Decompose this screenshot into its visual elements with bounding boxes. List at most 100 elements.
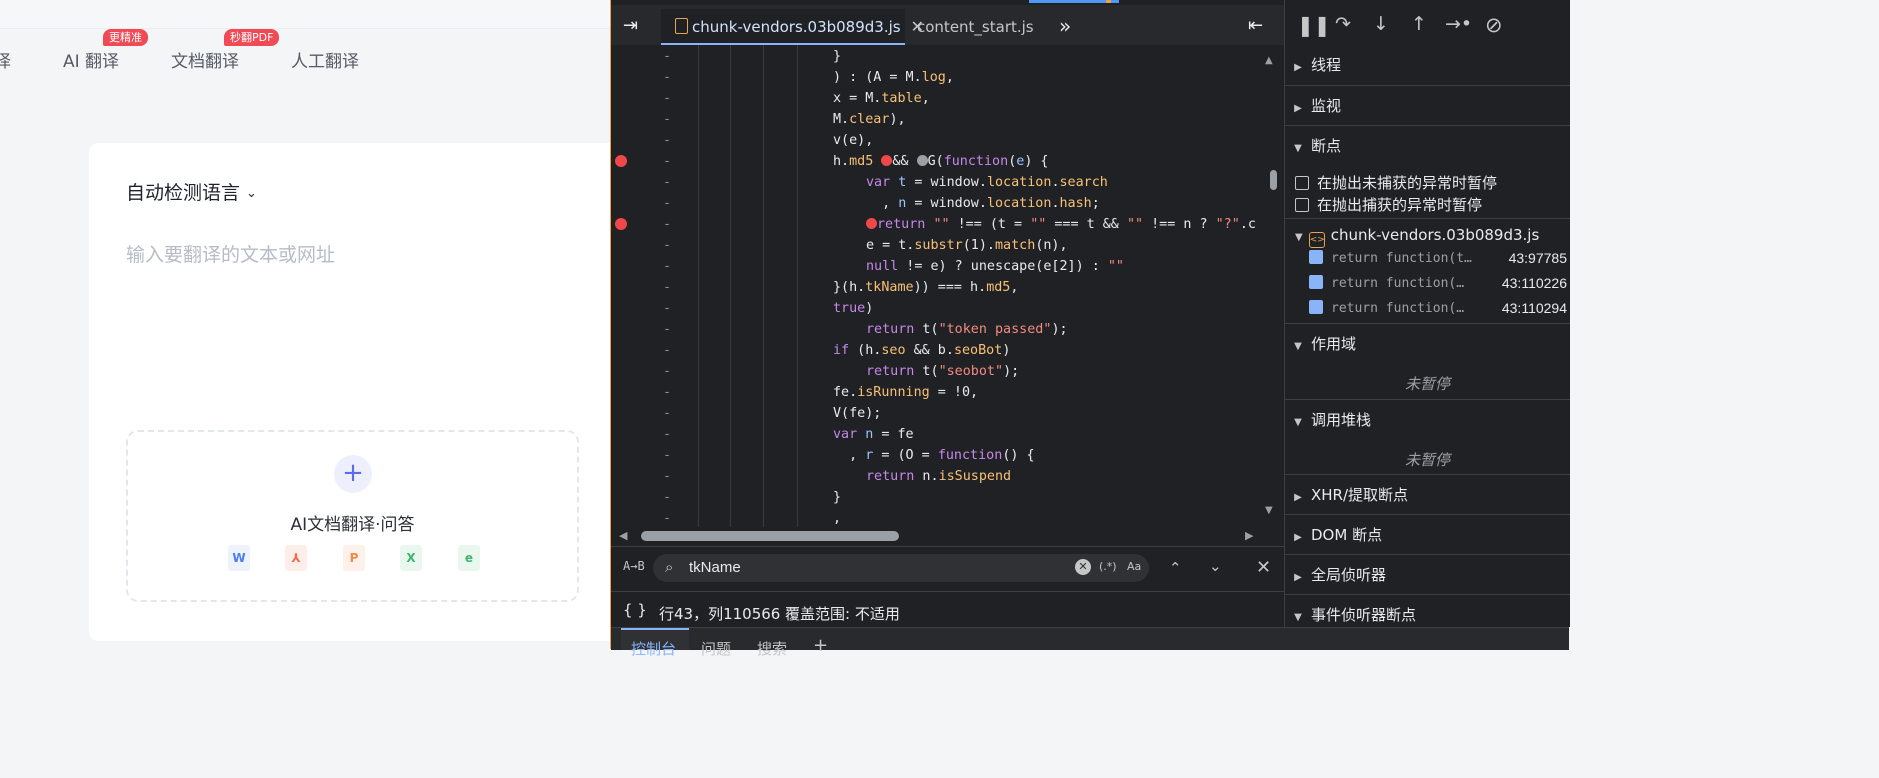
code-line: -) : (A = M.log, <box>663 70 954 85</box>
nav-tab-document-translate[interactable]: 文档翻译 <box>171 47 239 72</box>
code-line: - , r = (O = function() { <box>663 448 1035 463</box>
deactivate-breakpoints-icon[interactable]: ⊘ <box>1485 15 1503 36</box>
expand-arrow-icon: ▶ <box>1294 62 1302 73</box>
search-previous-icon[interactable]: ⌃ <box>1169 559 1182 577</box>
breakpoint-marker[interactable] <box>615 218 627 230</box>
code-line: - fe.isRunning = !0, <box>663 385 979 400</box>
code-line: - var t = window.location.search <box>663 175 1108 190</box>
drawer-tab-console[interactable]: 控制台 <box>631 638 676 659</box>
breakpoint-entry[interactable]: return function(… 43:110294 <box>1309 300 1567 316</box>
code-line: - M.clear), <box>663 112 906 127</box>
replace-toggle-icon[interactable]: A→B <box>623 559 645 573</box>
file-tab-chunk-vendors[interactable]: chunk-vendors.03b089d3.js ✕ <box>661 9 924 45</box>
section-threads[interactable]: ▶ 线程 <box>1285 45 1570 85</box>
code-vertical-scrollbar[interactable]: ▲ ▼ <box>1265 45 1278 527</box>
code-editor[interactable]: -} -) : (A = M.log, -x = M.table, - M.cle… <box>611 45 1273 527</box>
horizontal-scroll-thumb[interactable] <box>641 531 899 541</box>
scroll-right-icon[interactable]: ▶ <box>1245 529 1253 542</box>
nav-badge-more-accurate: 更精准 <box>103 29 148 46</box>
document-upload-area[interactable]: + AI文档翻译·问答 W ⅄ P X e <box>126 430 579 602</box>
code-line: - true) <box>663 301 874 316</box>
search-next-icon[interactable]: ⌄ <box>1209 557 1222 575</box>
code-line: - return t("token passed"); <box>663 322 1068 337</box>
coverage-status: 覆盖范围: 不适用 <box>785 605 900 623</box>
checkbox[interactable] <box>1295 176 1309 190</box>
step-into-icon[interactable]: ↓ <box>1373 15 1389 34</box>
search-icon: ⌕ <box>665 558 674 576</box>
drawer-tab-search[interactable]: 搜索 <box>757 638 787 659</box>
breakpoint-entry[interactable]: return function(t… 43:97785 <box>1309 250 1567 266</box>
collapse-arrow-icon: ▼ <box>1294 612 1302 623</box>
code-line: - var n = fe <box>663 427 914 442</box>
code-line: - null != e) ? unescape(e[2]) : "" <box>663 259 1124 274</box>
clear-search-icon[interactable]: ✕ <box>1075 559 1091 575</box>
more-tabs-icon[interactable]: » <box>1059 16 1071 36</box>
vertical-scroll-thumb[interactable] <box>1270 170 1277 190</box>
section-global-listeners[interactable]: ▶ 全局侦听器 <box>1285 554 1570 595</box>
section-xhr-breakpoints[interactable]: ▶ XHR/提取断点 <box>1285 474 1570 515</box>
code-line[interactable]: - return "" !== (t = "" === t && "" !== n… <box>611 214 1273 235</box>
script-file-icon: <> <box>1308 232 1325 248</box>
section-watch[interactable]: ▶ 监视 <box>1285 85 1570 126</box>
section-call-stack[interactable]: ▼ 调用堆栈 <box>1285 399 1570 440</box>
checkbox[interactable] <box>1295 198 1309 212</box>
drawer-tab-issues[interactable]: 问题 <box>701 638 731 659</box>
search-box: ⌕ ✕ (.*) Aa <box>653 554 1149 582</box>
toggle-debugger-icon[interactable]: ⇤ <box>1248 17 1263 35</box>
regex-toggle[interactable]: (.*) <box>1099 560 1117 573</box>
step-icon[interactable]: →• <box>1445 15 1472 34</box>
source-text-input[interactable]: 输入要翻译的文本或网址 <box>126 240 335 267</box>
breakpoint-entry[interactable]: return function(… 43:110226 <box>1309 275 1567 291</box>
breakpoint-marker[interactable] <box>615 155 627 167</box>
pretty-print-icon[interactable]: { } <box>623 601 647 619</box>
nav-tab-ai-translate[interactable]: AI 翻译 <box>63 47 119 72</box>
checkbox-checked[interactable] <box>1309 275 1323 289</box>
page-top-band <box>0 0 610 29</box>
step-over-icon[interactable]: ↷ <box>1335 15 1351 34</box>
devtools-panel: ⇥ chunk-vendors.03b089d3.js ✕ content_sta… <box>610 0 1570 658</box>
source-file-tabs: ⇥ chunk-vendors.03b089d3.js ✕ content_sta… <box>611 5 1284 45</box>
cursor-position: 行43，列110566 <box>659 605 781 623</box>
search-input[interactable] <box>689 554 1049 582</box>
collapse-arrow-icon: ▼ <box>1294 341 1302 352</box>
nav-tab-human-translate[interactable]: 人工翻译 <box>291 47 359 72</box>
expand-arrow-icon: ▶ <box>1294 572 1302 583</box>
add-document-icon[interactable]: + <box>334 455 372 493</box>
section-scope[interactable]: ▼ 作用域 <box>1285 323 1570 364</box>
code-line: -x = M.table, <box>663 91 930 106</box>
code-line: -, <box>663 511 842 526</box>
upload-label: AI文档翻译·问答 <box>290 515 415 535</box>
code-line: - return t("seobot"); <box>663 364 1020 379</box>
close-search-icon[interactable]: ✕ <box>1256 557 1271 578</box>
scroll-left-icon[interactable]: ◀ <box>619 529 627 542</box>
section-event-listener-breakpoints[interactable]: ▼ 事件侦听器断点 <box>1285 594 1570 628</box>
checkbox-checked[interactable] <box>1309 250 1323 264</box>
section-dom-breakpoints[interactable]: ▶ DOM 断点 <box>1285 514 1570 555</box>
source-language-select[interactable]: 自动检测语言 ⌄ <box>126 178 257 205</box>
pause-uncaught-checkbox[interactable]: 在抛出未捕获的异常时暂停 <box>1295 172 1497 193</box>
pause-caught-checkbox[interactable]: 在抛出捕获的异常时暂停 <box>1295 194 1482 215</box>
code-line: -} <box>663 490 842 505</box>
step-out-icon[interactable]: ↑ <box>1411 15 1427 34</box>
search-bar: A→B ⌕ ✕ (.*) Aa ⌃ ⌄ ✕ <box>611 546 1284 591</box>
debugger-sidebar: ❚❚ ↷ ↓ ↑ →• ⊘ ▶ 线程 ▶ 监视 ▼ 断点 在抛出未捕获的异常时暂停 在… <box>1284 0 1570 627</box>
expand-arrow-icon: ▶ <box>1294 532 1302 543</box>
section-breakpoints[interactable]: ▼ 断点 <box>1285 125 1570 166</box>
file-tab-label: chunk-vendors.03b089d3.js <box>692 18 901 36</box>
file-tab-content-start[interactable]: content_start.js <box>917 9 1034 45</box>
code-line: -} <box>663 49 842 64</box>
add-drawer-tab-button[interactable]: + <box>813 635 828 656</box>
source-language-label: 自动检测语言 <box>126 182 241 204</box>
scroll-down-icon[interactable]: ▼ <box>1265 505 1273 516</box>
breakpoint-file-group[interactable]: ▼ <> chunk-vendors.03b089d3.js <box>1295 226 1539 248</box>
match-case-toggle[interactable]: Aa <box>1127 560 1141 573</box>
toggle-navigator-icon[interactable]: ⇥ <box>623 17 638 35</box>
nav-tab-partial[interactable]: 译 <box>0 47 11 72</box>
checkbox-checked[interactable] <box>1309 300 1323 314</box>
divider <box>1285 218 1570 219</box>
code-line[interactable]: - h.md5 && G(function(e) { <box>611 151 1273 172</box>
code-line: - , n = window.location.hash; <box>663 196 1100 211</box>
pause-icon[interactable]: ❚❚ <box>1297 15 1331 35</box>
scroll-up-icon[interactable]: ▲ <box>1265 55 1273 66</box>
word-file-icon: W <box>228 545 250 571</box>
